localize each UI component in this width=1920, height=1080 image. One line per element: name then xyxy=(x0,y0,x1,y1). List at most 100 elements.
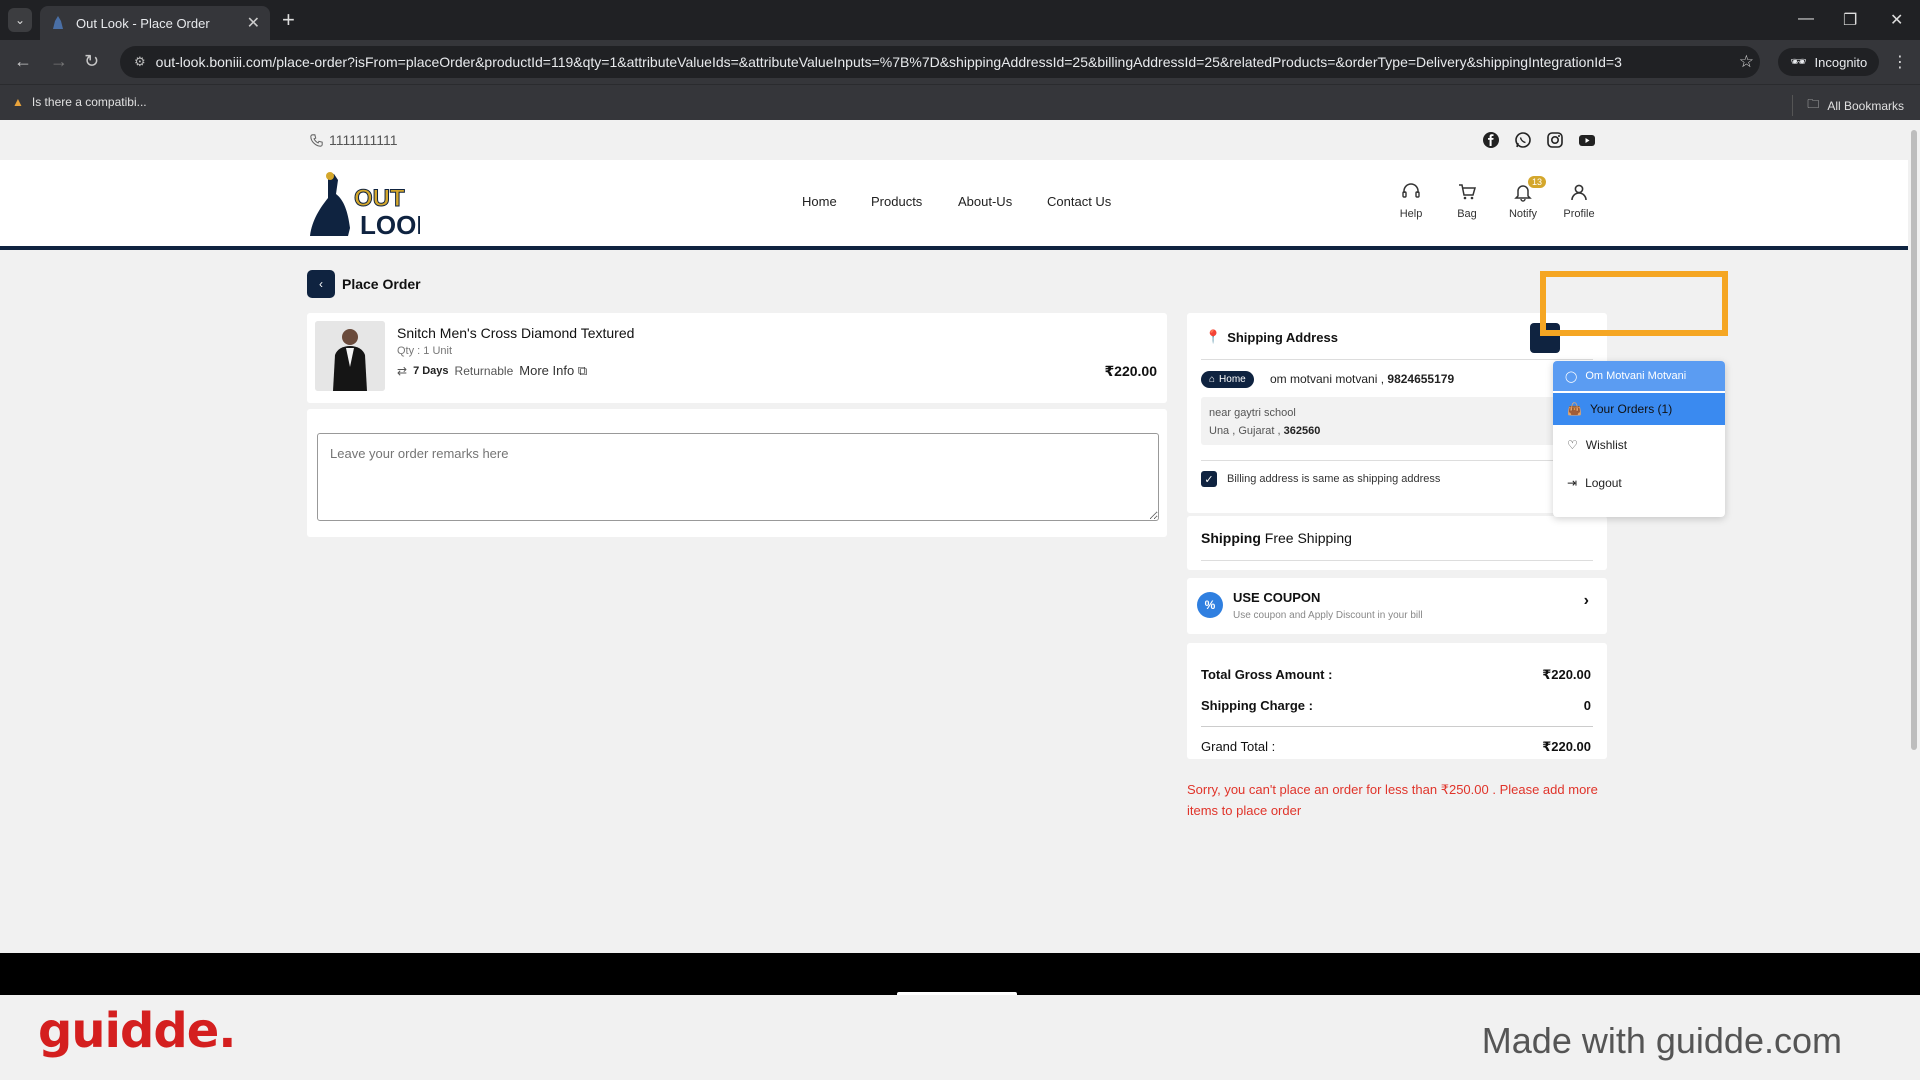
browser-menu-icon[interactable]: ⋮ xyxy=(1892,52,1908,72)
reload-icon[interactable]: ↻ xyxy=(84,51,99,72)
profile-user-name: Om Motvani Motvani xyxy=(1585,370,1687,382)
address-pincode: 362560 xyxy=(1283,425,1321,437)
order-remarks-input[interactable] xyxy=(317,433,1159,521)
facebook-icon[interactable] xyxy=(1482,131,1500,149)
minimize-icon[interactable]: — xyxy=(1798,10,1814,28)
forward-arrow-icon[interactable]: → xyxy=(50,51,68,72)
remarks-card xyxy=(307,409,1167,537)
youtube-icon[interactable] xyxy=(1578,131,1596,149)
highlight-box xyxy=(1540,271,1728,336)
order-summary-card: Total Gross Amount : ₹220.00 Shipping Ch… xyxy=(1187,643,1607,759)
instagram-icon[interactable] xyxy=(1546,131,1564,149)
bag-button[interactable]: Bag xyxy=(1442,182,1492,220)
restore-icon[interactable]: ❐ xyxy=(1843,10,1857,30)
product-image[interactable] xyxy=(315,321,385,391)
product-photo xyxy=(315,321,385,391)
address-city-line: Una , Gujarat , 362560 xyxy=(1209,422,1583,440)
close-window-icon[interactable]: ✕ xyxy=(1890,10,1903,30)
phone-contact[interactable]: 1111111111 xyxy=(310,132,398,148)
product-quantity: Qty : 1 Unit xyxy=(397,345,453,357)
grand-total-value: ₹220.00 xyxy=(1542,739,1591,754)
address-type-tag: ⌂ Home xyxy=(1201,371,1254,388)
site-header: OUT LOOK Home Products About-Us Contact … xyxy=(0,160,1908,250)
incognito-indicator[interactable]: 🕶 Incognito xyxy=(1778,48,1880,76)
recipient-phone: 9824655179 xyxy=(1387,372,1455,386)
use-coupon-button[interactable]: % USE COUPON Use coupon and Apply Discou… xyxy=(1187,578,1607,634)
gross-amount-value: ₹220.00 xyxy=(1542,667,1591,682)
user-circle-icon: ◯ xyxy=(1565,370,1578,383)
incognito-label: Incognito xyxy=(1814,54,1868,70)
site-footer xyxy=(0,953,1920,995)
help-label: Help xyxy=(1399,208,1423,220)
profile-button[interactable]: Profile xyxy=(1554,182,1604,220)
coupon-title: USE COUPON xyxy=(1233,590,1321,605)
address-type-label: Home xyxy=(1219,374,1246,385)
bag-label: Bag xyxy=(1457,208,1477,220)
help-button[interactable]: Help xyxy=(1386,182,1436,220)
shipping-method-card: Shipping Free Shipping xyxy=(1187,516,1607,570)
address-box: near gaytri school Una , Gujarat , 36256… xyxy=(1201,397,1591,445)
url-bar[interactable]: ⚙ out-look.boniii.com/place-order?isFrom… xyxy=(120,46,1760,78)
profile-label: Profile xyxy=(1563,208,1595,220)
user-icon xyxy=(1571,184,1587,201)
browser-tab-bar: ⌄ Out Look - Place Order ✕ + — ❐ ✕ xyxy=(0,0,1920,40)
coupon-subtitle: Use coupon and Apply Discount in your bi… xyxy=(1233,610,1423,621)
recipient-info: om motvani motvani , 9824655179 xyxy=(1270,372,1454,386)
notification-count-badge: 13 xyxy=(1528,176,1547,188)
shipping-charge-label: Shipping Charge : xyxy=(1201,698,1313,713)
all-bookmarks-button[interactable]: 🗀 All Bookmarks xyxy=(1792,95,1904,116)
bookmark-favicon-icon: ▲ xyxy=(12,95,24,109)
new-tab-button[interactable]: + xyxy=(282,8,295,32)
whatsapp-icon[interactable] xyxy=(1514,131,1532,149)
divider xyxy=(1201,726,1593,727)
profile-user-header[interactable]: ◯ Om Motvani Motvani xyxy=(1553,361,1725,391)
nav-about-us[interactable]: About-Us xyxy=(958,194,1012,209)
your-orders-menu-item[interactable]: 👜 Your Orders (1) xyxy=(1553,393,1725,425)
bookmark-star-icon[interactable]: ☆ xyxy=(1739,52,1754,72)
back-arrow-icon[interactable]: ← xyxy=(14,51,32,72)
grand-total-row: Grand Total : ₹220.00 xyxy=(1201,739,1591,755)
contact-strip: 1111111111 xyxy=(0,120,1908,160)
folder-icon: 🗀 xyxy=(1807,97,1820,111)
web-page: 1111111111 OUT LOOK Home Products About-… xyxy=(0,120,1920,995)
shipping-address-heading: 📍 Shipping Address xyxy=(1205,329,1338,345)
bookmark-label: Is there a compatibi... xyxy=(31,95,147,109)
more-info-link[interactable]: More Info ⧉ xyxy=(519,363,587,379)
bookmark-item[interactable]: ▲ Is there a compatibi... xyxy=(12,95,147,109)
grand-total-label: Grand Total : xyxy=(1201,739,1276,754)
gross-amount-label: Total Gross Amount : xyxy=(1201,667,1333,682)
return-icon: ⇄ xyxy=(397,364,408,378)
more-info-label: More Info xyxy=(519,363,575,378)
notify-button[interactable]: 13 Notify xyxy=(1498,176,1548,220)
product-price: ₹220.00 xyxy=(1104,363,1157,379)
site-favicon-icon xyxy=(53,16,63,29)
billing-same-checkbox[interactable]: ✓ xyxy=(1201,471,1217,487)
notify-label: Notify xyxy=(1508,208,1538,220)
scrollbar-thumb[interactable] xyxy=(1911,130,1917,750)
divider xyxy=(1201,460,1593,461)
product-name[interactable]: Snitch Men's Cross Diamond Textured xyxy=(397,325,634,341)
bookmarks-bar: ▲ Is there a compatibi... 🗀 All Bookmark… xyxy=(0,84,1920,120)
browser-tab[interactable]: Out Look - Place Order ✕ xyxy=(40,6,270,40)
cart-icon xyxy=(1459,184,1476,200)
discount-badge-icon: % xyxy=(1197,592,1223,618)
shipping-method: Shipping Free Shipping xyxy=(1201,530,1352,546)
phone-number: 1111111111 xyxy=(329,132,398,148)
tab-search-button[interactable]: ⌄ xyxy=(8,8,32,32)
site-info-icon[interactable]: ⚙ xyxy=(134,54,146,70)
gross-amount-row: Total Gross Amount : ₹220.00 xyxy=(1201,667,1591,683)
returnable-label: Returnable xyxy=(454,364,514,378)
home-icon: ⌂ xyxy=(1209,374,1216,385)
phone-icon xyxy=(310,133,323,147)
tab-close-icon[interactable]: ✕ xyxy=(247,13,260,33)
nav-contact-us[interactable]: Contact Us xyxy=(1047,194,1111,209)
wishlist-menu-item[interactable]: ♡ Wishlist xyxy=(1553,429,1725,461)
divider xyxy=(1201,560,1593,561)
logout-menu-item[interactable]: ⇥ Logout xyxy=(1553,467,1725,499)
page-scrollbar[interactable] xyxy=(1908,120,1920,995)
nav-home[interactable]: Home xyxy=(802,194,837,209)
tab-title: Out Look - Place Order xyxy=(76,15,210,31)
nav-products[interactable]: Products xyxy=(871,194,922,209)
outlook-logo[interactable]: OUT LOOK xyxy=(308,170,420,240)
back-button[interactable]: ‹ xyxy=(307,270,335,298)
